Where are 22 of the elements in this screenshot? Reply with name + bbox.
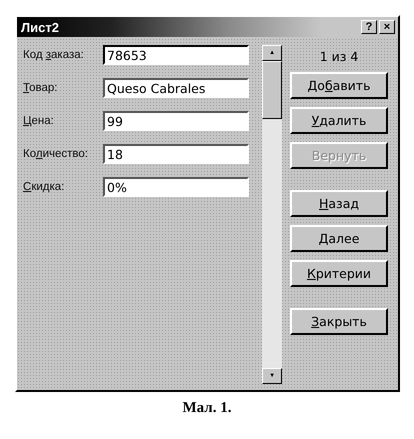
form-button[interactable]: Добавить [290, 72, 388, 99]
input-field[interactable]: 18 [103, 144, 249, 164]
form-button[interactable]: Назад [290, 190, 388, 217]
form-button[interactable]: Удалить [290, 107, 388, 134]
form-button[interactable]: Закрыть [290, 308, 388, 335]
field-label: Количество: [23, 148, 89, 160]
window-title: Лист2 [21, 20, 60, 34]
field-label: Скидка: [23, 181, 66, 193]
scroll-thumb[interactable] [262, 61, 282, 119]
field-label: Код заказа: [23, 49, 85, 61]
input-field[interactable]: 99 [103, 111, 249, 131]
input-field[interactable]: 0% [103, 177, 249, 197]
form-button[interactable]: Далее [290, 225, 388, 252]
input-field[interactable]: 78653 [103, 45, 249, 65]
form-button[interactable]: Критерии [290, 260, 388, 287]
field-label: Товар: [23, 82, 59, 94]
close-button[interactable]: × [379, 20, 395, 34]
input-field[interactable]: Queso Cabrales [103, 78, 249, 98]
help-button[interactable]: ? [361, 20, 377, 34]
field-label: Цена: [23, 115, 55, 127]
record-counter: 1 из 4 [320, 49, 358, 64]
figure-caption: Мал. 1. [182, 400, 232, 417]
